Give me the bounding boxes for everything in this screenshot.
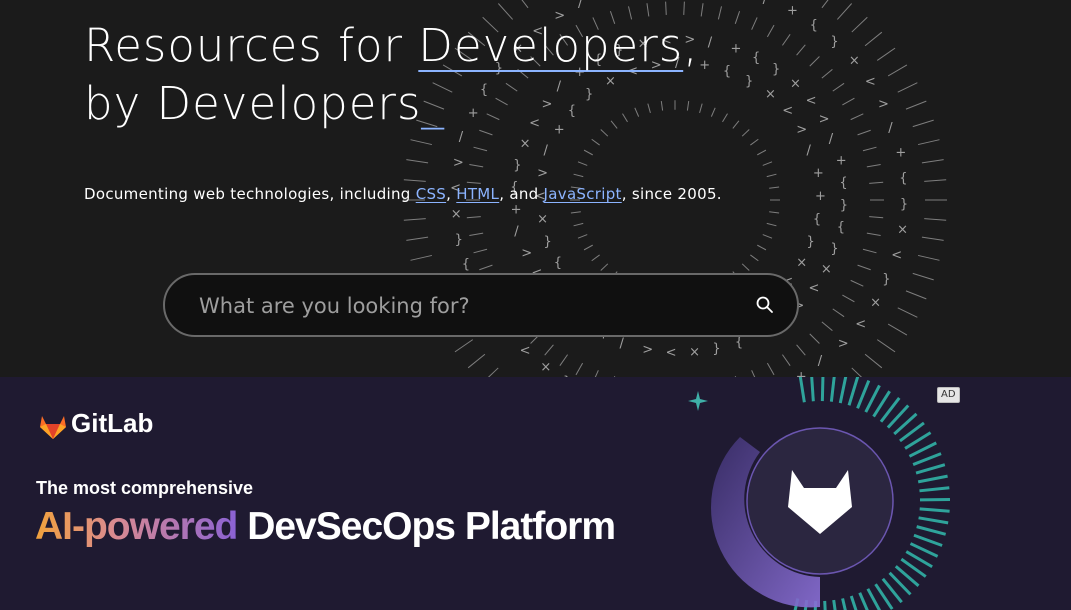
svg-text:+: + — [603, 0, 614, 1]
svg-text:×: × — [520, 136, 531, 151]
svg-text:}: } — [882, 272, 890, 287]
ad-tagline: The most comprehensive — [36, 478, 254, 498]
svg-text:×: × — [821, 262, 832, 277]
svg-text:/: / — [620, 337, 625, 352]
gitlab-fox-icon — [40, 416, 66, 439]
javascript-link[interactable]: JavaScript — [544, 185, 622, 203]
svg-text:×: × — [796, 256, 807, 271]
svg-text:+: + — [895, 146, 906, 161]
svg-text:}: } — [772, 62, 780, 77]
svg-text:<: < — [806, 93, 817, 108]
svg-text:<: < — [865, 74, 876, 89]
svg-text:/: / — [807, 144, 812, 159]
svg-text:}: } — [830, 34, 838, 49]
svg-text:×: × — [897, 223, 908, 238]
svg-text:{: { — [752, 50, 760, 65]
svg-text:+: + — [836, 154, 847, 169]
svg-text:×: × — [537, 212, 548, 227]
gitlab-brand-name: GitLab — [71, 408, 154, 438]
svg-text:×: × — [451, 207, 462, 222]
svg-text:{: { — [554, 256, 562, 271]
svg-text:/: / — [514, 224, 519, 239]
svg-text:}: } — [513, 158, 521, 173]
subtitle-sep2: , and — [499, 185, 544, 203]
svg-text:+: + — [699, 58, 710, 73]
svg-text:}: } — [807, 234, 815, 249]
svg-text:×: × — [849, 53, 860, 68]
css-link[interactable]: CSS — [416, 185, 446, 203]
svg-text:}: } — [840, 198, 848, 213]
svg-text:}: } — [745, 74, 753, 89]
svg-text:×: × — [540, 360, 551, 375]
page-subtitle: Documenting web technologies, including … — [84, 185, 722, 203]
page-title: Resources for Developers, by Developers_ — [84, 17, 699, 133]
svg-text:+: + — [815, 189, 826, 204]
svg-text:{: { — [735, 335, 743, 350]
svg-text:}: } — [830, 242, 838, 257]
svg-text:}: } — [900, 197, 908, 212]
svg-text:>: > — [838, 337, 849, 352]
svg-text:}: } — [712, 342, 720, 357]
ad-headline: AI-powered DevSecOps Platform — [35, 505, 616, 549]
svg-text:<: < — [891, 248, 902, 263]
subtitle-prefix: Documenting web technologies, including — [84, 185, 416, 203]
svg-text:/: / — [543, 144, 548, 159]
svg-text:×: × — [765, 87, 776, 102]
subtitle-sep1: , — [446, 185, 457, 203]
svg-text:{: { — [899, 171, 907, 186]
svg-text:>: > — [521, 246, 532, 261]
svg-text:/: / — [818, 354, 823, 369]
svg-text:/: / — [888, 121, 893, 136]
svg-text:>: > — [878, 97, 889, 112]
html-link[interactable]: HTML — [456, 185, 499, 203]
svg-text:{: { — [813, 212, 821, 227]
title-comma: , — [683, 19, 699, 72]
svg-text:}: } — [543, 234, 551, 249]
title-line2: by Developers — [84, 77, 422, 130]
svg-text:/: / — [763, 0, 768, 7]
svg-text:<: < — [808, 281, 819, 296]
svg-text:+: + — [730, 41, 741, 56]
svg-text:{: { — [723, 64, 731, 79]
svg-text:/: / — [578, 0, 583, 11]
title-developers-link: Developers — [418, 19, 684, 72]
subtitle-suffix: , since 2005. — [621, 185, 722, 203]
svg-text:>: > — [453, 155, 464, 170]
svg-text:}: } — [455, 232, 463, 247]
svg-text:{: { — [810, 18, 818, 33]
svg-text:+: + — [787, 4, 798, 19]
gitlab-ad-banner[interactable]: AD GitLab The most comprehensive AI-powe… — [0, 377, 1071, 610]
svg-text:<: < — [666, 345, 677, 360]
svg-text:<: < — [520, 344, 531, 359]
search-box — [163, 273, 799, 337]
ad-artwork — [688, 377, 951, 610]
svg-text:/: / — [829, 132, 834, 147]
hero-section: +{}×<>/+{}×<>/+{}×<>/+{}×<>/+{}×<>/+{}×<… — [0, 0, 1071, 377]
ad-headline-rest: DevSecOps Platform — [237, 505, 616, 548]
svg-text:<: < — [855, 317, 866, 332]
svg-text:>: > — [642, 343, 653, 358]
search-input[interactable] — [197, 289, 721, 323]
svg-text:+: + — [796, 369, 807, 377]
title-prefix: Resources for — [84, 19, 419, 72]
svg-text:{: { — [462, 257, 470, 272]
svg-text:×: × — [870, 295, 881, 310]
svg-text:<: < — [782, 104, 793, 119]
svg-text:>: > — [796, 123, 807, 138]
svg-text:{: { — [837, 220, 845, 235]
svg-text:+: + — [813, 166, 824, 181]
search-icon[interactable] — [755, 295, 775, 315]
svg-text:+: + — [511, 202, 522, 217]
svg-text:×: × — [689, 345, 700, 360]
svg-text:/: / — [708, 35, 713, 50]
ad-headline-ai: AI-powered — [35, 505, 238, 548]
svg-text:×: × — [790, 77, 801, 92]
svg-text:>: > — [819, 112, 830, 127]
svg-text:>: > — [537, 166, 548, 181]
title-cursor: _ — [421, 77, 445, 130]
svg-text:{: { — [839, 176, 847, 191]
